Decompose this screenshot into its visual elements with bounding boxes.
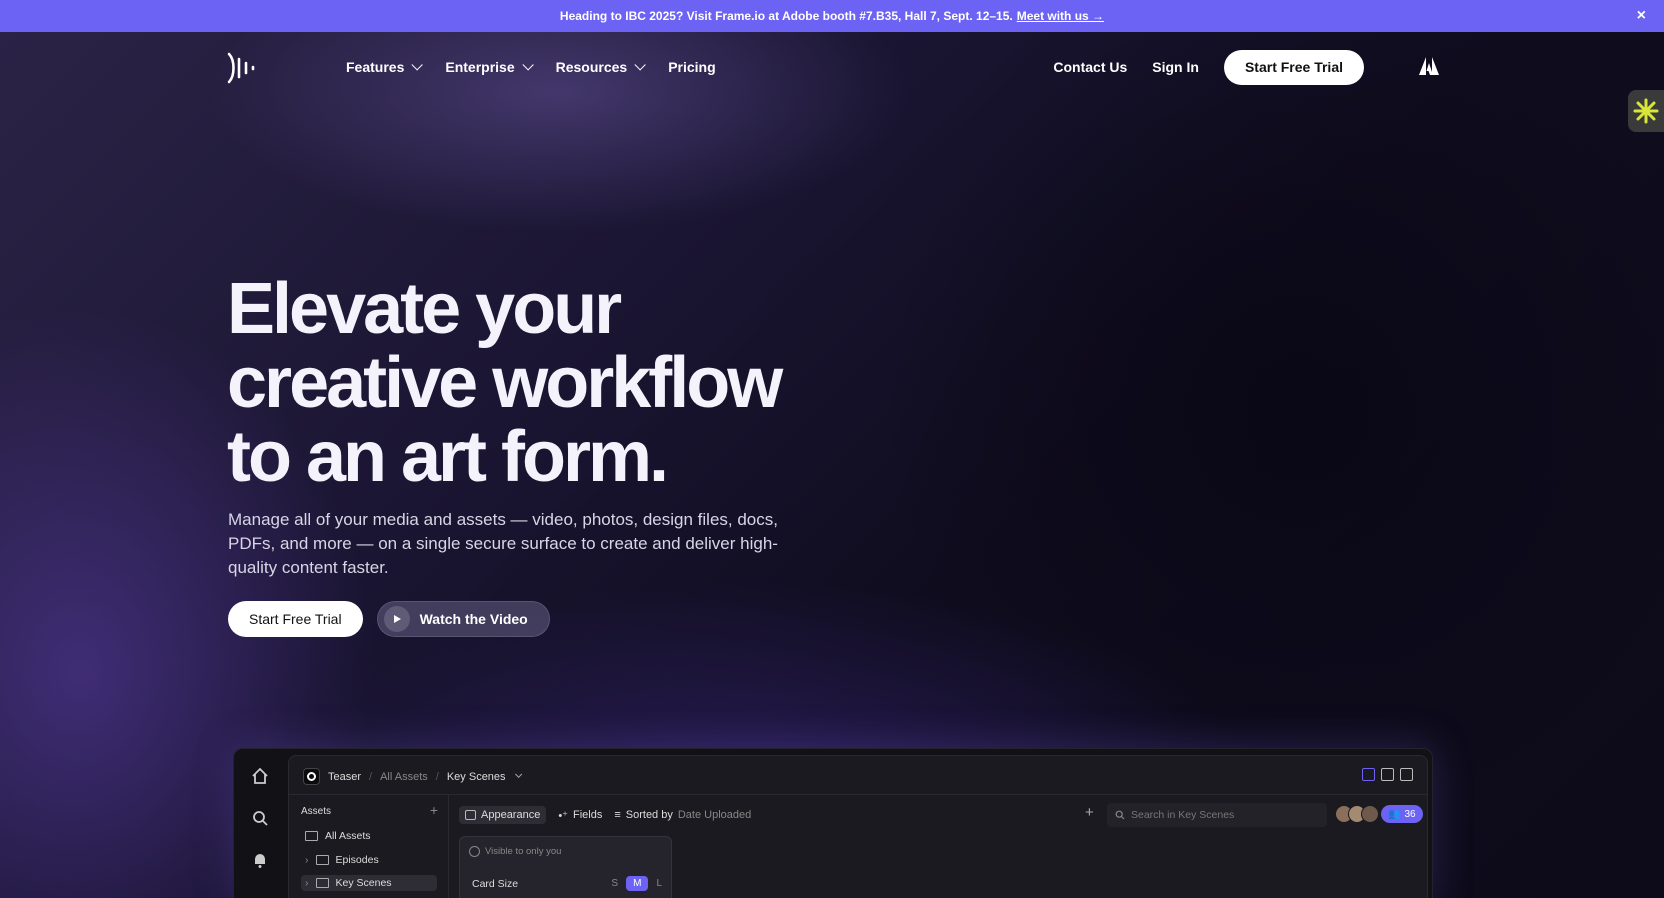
nav-features-label: Features [346,59,405,75]
appearance-popover: Visible to only you Card Size S M L [459,836,672,898]
sign-in-link[interactable]: Sign In [1152,59,1199,75]
adobe-logo-icon[interactable] [1419,57,1439,75]
nav-resources-label: Resources [555,59,628,75]
tree-item-label: Episodes [335,854,379,866]
appearance-button[interactable]: Appearance [459,806,547,824]
add-icon[interactable]: + [430,802,438,818]
card-size-label: Card Size [472,877,519,890]
fields-button[interactable]: •⁺ Fields [558,809,602,822]
start-free-trial-nav-button[interactable]: Start Free Trial [1223,49,1364,85]
fields-icon: •⁺ [558,809,568,822]
layout-right-icon[interactable] [1400,768,1413,781]
start-free-trial-button[interactable]: Start Free Trial [228,601,363,637]
layout-left-icon[interactable] [1362,768,1375,781]
appearance-label: Appearance [481,809,541,821]
breadcrumb-separator: / [435,770,439,783]
fields-label: Fields [573,809,603,821]
nav-links: Features Enterprise Resources Pricing [346,32,716,102]
sort-icon: ≡ [614,809,621,821]
asset-toolbar: Appearance •⁺ Fields ≡ Sorted by Date Up… [459,806,751,824]
sort-button[interactable]: ≡ Sorted by Date Uploaded [614,809,751,821]
watch-video-label: Watch the Video [419,611,528,627]
banner-link[interactable]: Meet with us → [1017,9,1104,23]
nav-pricing[interactable]: Pricing [668,59,715,75]
accessibility-widget[interactable] [1628,90,1664,132]
announcement-banner: Heading to IBC 2025? Visit Frame.io at A… [0,0,1664,32]
hero-title-line-3: to an art form. [227,417,669,497]
nav-right: Contact Us Sign In Start Free Trial [1053,32,1364,102]
assets-panel: Assets + All Assets › Episodes › Key Sce… [289,795,449,898]
tree-item-episodes[interactable]: › Episodes [305,854,379,866]
watch-video-button[interactable]: Watch the Video [376,601,550,637]
frameio-logo-icon[interactable] [227,52,257,84]
nav-enterprise-label: Enterprise [445,59,515,75]
member-count-badge: 👥 36 [1381,805,1423,823]
nav-pricing-label: Pricing [668,59,716,75]
app-main: Teaser / All Assets / Key Scenes Assets … [288,755,1428,898]
banner-text: Heading to IBC 2025? Visit Frame.io at A… [559,9,1013,23]
search-placeholder: Search in Key Scenes [1131,809,1235,821]
folder-icon [315,855,329,865]
sort-label: Sorted by [625,809,673,821]
breadcrumb-separator: / [369,770,373,783]
card-size-options: S M L [611,876,662,891]
tree-item-all-assets[interactable]: All Assets [305,830,371,842]
search-input[interactable]: Search in Key Scenes [1107,803,1327,827]
tree-item-label: All Assets [325,830,371,842]
chevron-down-icon [522,59,534,71]
nav-features[interactable]: Features [346,59,424,75]
top-nav: Features Enterprise Resources Pricing Co… [0,32,1664,102]
hero-subtitle: Manage all of your media and assets — vi… [228,510,778,577]
chevron-down-icon [514,770,522,778]
grid-icon [465,810,476,820]
breadcrumb-project[interactable]: Teaser [328,771,361,783]
chevron-down-icon [411,59,424,71]
app-rail [234,749,288,898]
chevron-down-icon [634,59,646,71]
search-icon [1115,810,1125,820]
close-icon[interactable]: × [1637,7,1646,25]
breadcrumb-all-assets[interactable]: All Assets [380,771,428,783]
assets-heading: Assets [301,806,332,817]
sparkle-icon [1633,98,1659,124]
tree-item-label: Key Scenes [335,877,392,889]
hero-title-line-1: Elevate your [227,269,622,349]
add-icon[interactable]: + [1085,804,1094,821]
card-size-row: Card Size S M L [472,876,662,891]
chevron-right-icon: › [305,877,309,889]
info-icon [469,846,480,857]
users-icon: 👥 [1388,808,1401,820]
hero-title: Elevate your creative workflow to an art… [227,272,847,494]
folder-icon [315,878,329,888]
tree-item-key-scenes[interactable]: › Key Scenes [301,875,437,891]
divider [289,794,1427,795]
visibility-note: Visible to only you [469,846,561,857]
size-s-option[interactable]: S [611,878,618,889]
folder-icon [305,831,318,841]
bell-icon[interactable] [251,851,269,869]
hero-title-line-2: creative workflow [227,343,783,423]
hero-ctas: Start Free Trial Watch the Video [228,601,550,637]
app-preview: Teaser / All Assets / Key Scenes Assets … [233,748,1433,898]
layout-toggle [1362,768,1413,781]
member-count: 36 [1404,808,1416,820]
collaborators[interactable]: 👥 36 [1335,805,1423,823]
project-icon [303,768,320,785]
nav-enterprise[interactable]: Enterprise [445,59,534,75]
breadcrumb-key-scenes[interactable]: Key Scenes [447,771,506,783]
search-icon[interactable] [251,809,269,827]
breadcrumb: Teaser / All Assets / Key Scenes [303,768,522,785]
layout-center-icon[interactable] [1381,768,1394,781]
play-icon [383,606,410,632]
size-l-option[interactable]: L [656,878,662,889]
contact-us-link[interactable]: Contact Us [1053,59,1127,75]
chevron-right-icon: › [305,854,309,866]
home-icon[interactable] [251,767,269,785]
nav-resources[interactable]: Resources [555,59,646,75]
sort-value: Date Uploaded [677,809,752,821]
avatar [1361,805,1379,823]
size-m-option[interactable]: M [626,876,649,891]
visibility-note-text: Visible to only you [485,846,562,857]
